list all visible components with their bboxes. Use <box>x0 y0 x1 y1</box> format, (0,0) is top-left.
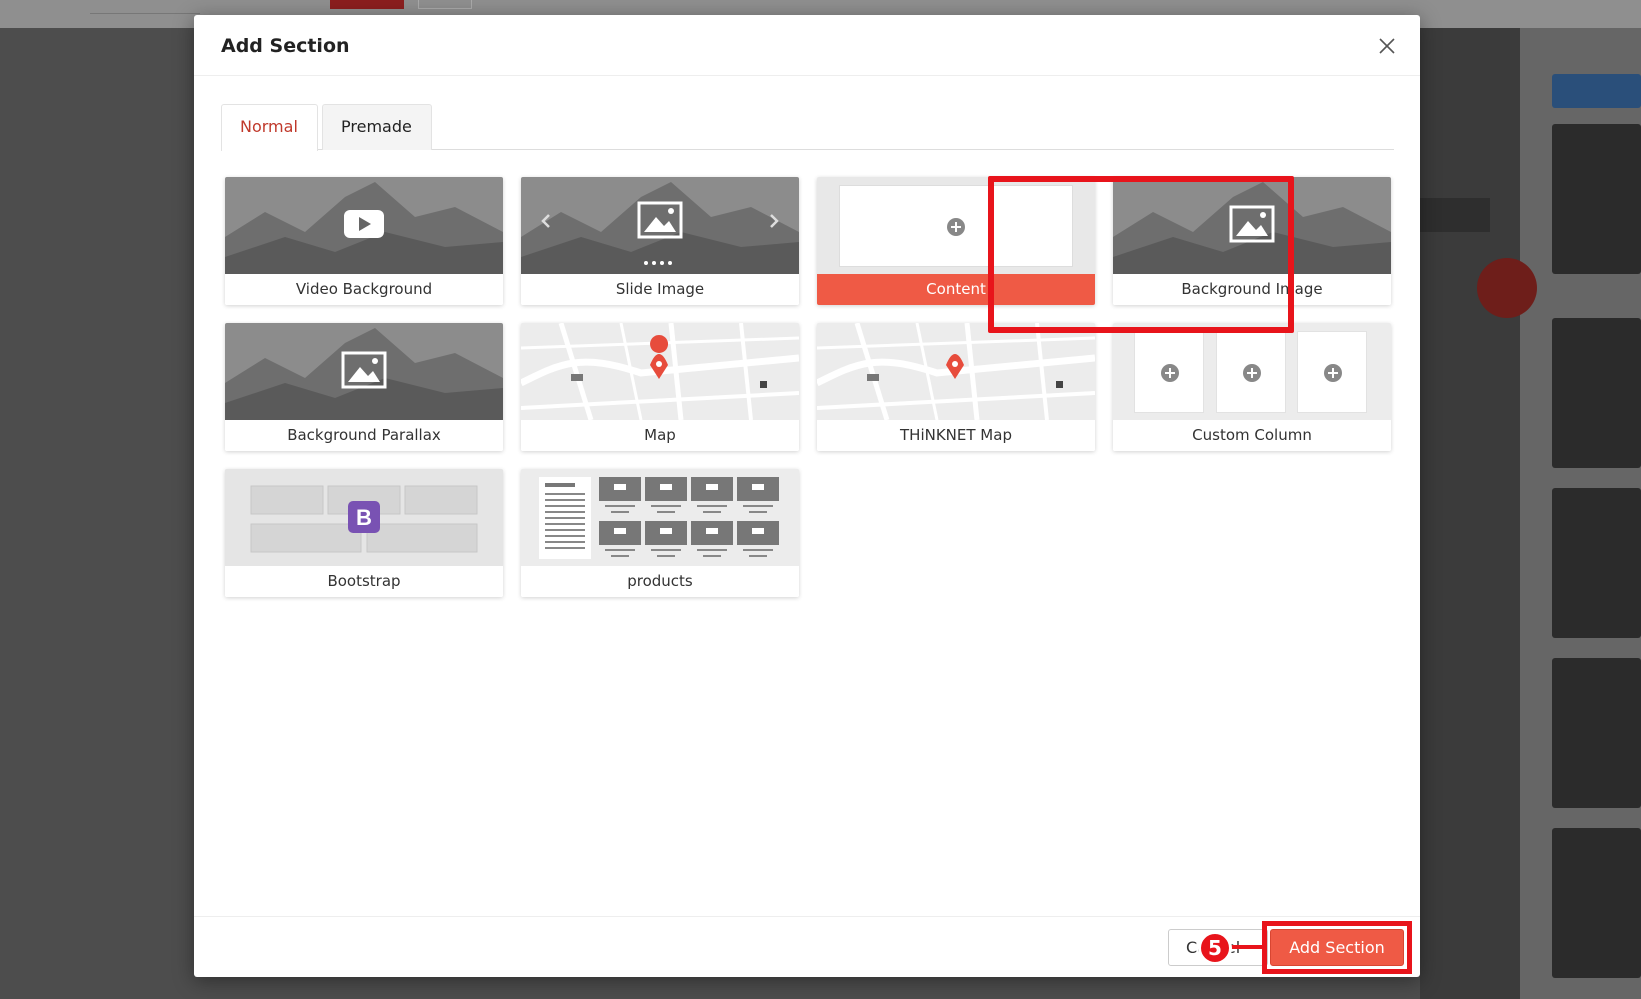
close-icon[interactable] <box>1376 35 1398 57</box>
bootstrap-logo-icon: B <box>225 469 503 566</box>
mountain-play-icon <box>225 177 503 274</box>
background-card <box>1552 488 1641 638</box>
section-tile-products[interactable]: products <box>521 469 799 597</box>
svg-text:B: B <box>356 505 372 530</box>
section-tile-custom-column[interactable]: Custom Column <box>1113 323 1391 451</box>
section-tile-label: Video Background <box>225 274 503 305</box>
plus-circle-icon <box>947 218 965 236</box>
product-grid-icon <box>521 469 799 566</box>
background-card <box>1552 124 1641 274</box>
column-placeholder <box>1134 331 1204 413</box>
background-button <box>418 0 472 9</box>
plus-circle-icon <box>1243 364 1261 382</box>
plus-circle-icon <box>1324 364 1342 382</box>
mountain-image-icon <box>1113 177 1391 274</box>
background-card <box>1552 828 1641 978</box>
section-tile-label: Background Parallax <box>225 420 503 451</box>
section-tile-map[interactable]: Map <box>521 323 799 451</box>
section-tile-label: Slide Image <box>521 274 799 305</box>
section-type-tabs: Normal Premade <box>221 104 1394 151</box>
background-button <box>1552 74 1641 108</box>
column-placeholder <box>1216 331 1286 413</box>
mountain-image-icon <box>225 323 503 420</box>
section-tile-label: products <box>521 566 799 597</box>
background-card <box>1552 318 1641 468</box>
step-connector <box>1230 945 1264 949</box>
section-tile-video-background[interactable]: Video Background <box>225 177 503 305</box>
section-tile-thinknet-map[interactable]: THiNKNET Map <box>817 323 1095 451</box>
section-tile-label: Background Image <box>1113 274 1391 305</box>
add-section-modal: Add Section Normal Premade Video Backgro… <box>194 15 1420 977</box>
section-tile-label: Content <box>817 274 1095 305</box>
background-card <box>1552 658 1641 808</box>
background-button <box>330 0 404 9</box>
section-tile-slide-image[interactable]: Slide Image <box>521 177 799 305</box>
map-pin-icon <box>817 323 1095 420</box>
step-badge: 5 <box>1198 931 1232 965</box>
section-tile-label: Bootstrap <box>225 566 503 597</box>
background-divider <box>90 13 200 14</box>
section-tile-bootstrap[interactable]: B Bootstrap <box>225 469 503 597</box>
add-section-button[interactable]: Add Section <box>1270 929 1404 966</box>
section-tile-label: Map <box>521 420 799 451</box>
modal-footer: Cancel 5 Add Section <box>194 916 1420 977</box>
section-tile-background-parallax[interactable]: Background Parallax <box>225 323 503 451</box>
background-sidebar <box>1380 28 1641 999</box>
map-pin-icon <box>521 323 799 420</box>
tab-premade[interactable]: Premade <box>322 104 432 150</box>
modal-header: Add Section <box>194 15 1420 76</box>
mountain-image-slider-icon <box>521 177 799 274</box>
three-plus-circles-icon <box>1113 323 1391 420</box>
section-tile-content[interactable]: Content <box>817 177 1095 305</box>
content-preview <box>817 177 1095 274</box>
content-placeholder <box>839 185 1073 267</box>
modal-title: Add Section <box>221 35 350 57</box>
tab-normal[interactable]: Normal <box>221 104 318 151</box>
background-fab <box>1477 258 1537 318</box>
section-tile-label: THiNKNET Map <box>817 420 1095 451</box>
plus-circle-icon <box>1161 364 1179 382</box>
section-tile-background-image[interactable]: Background Image <box>1113 177 1391 305</box>
section-tile-label: Custom Column <box>1113 420 1391 451</box>
column-placeholder <box>1297 331 1367 413</box>
